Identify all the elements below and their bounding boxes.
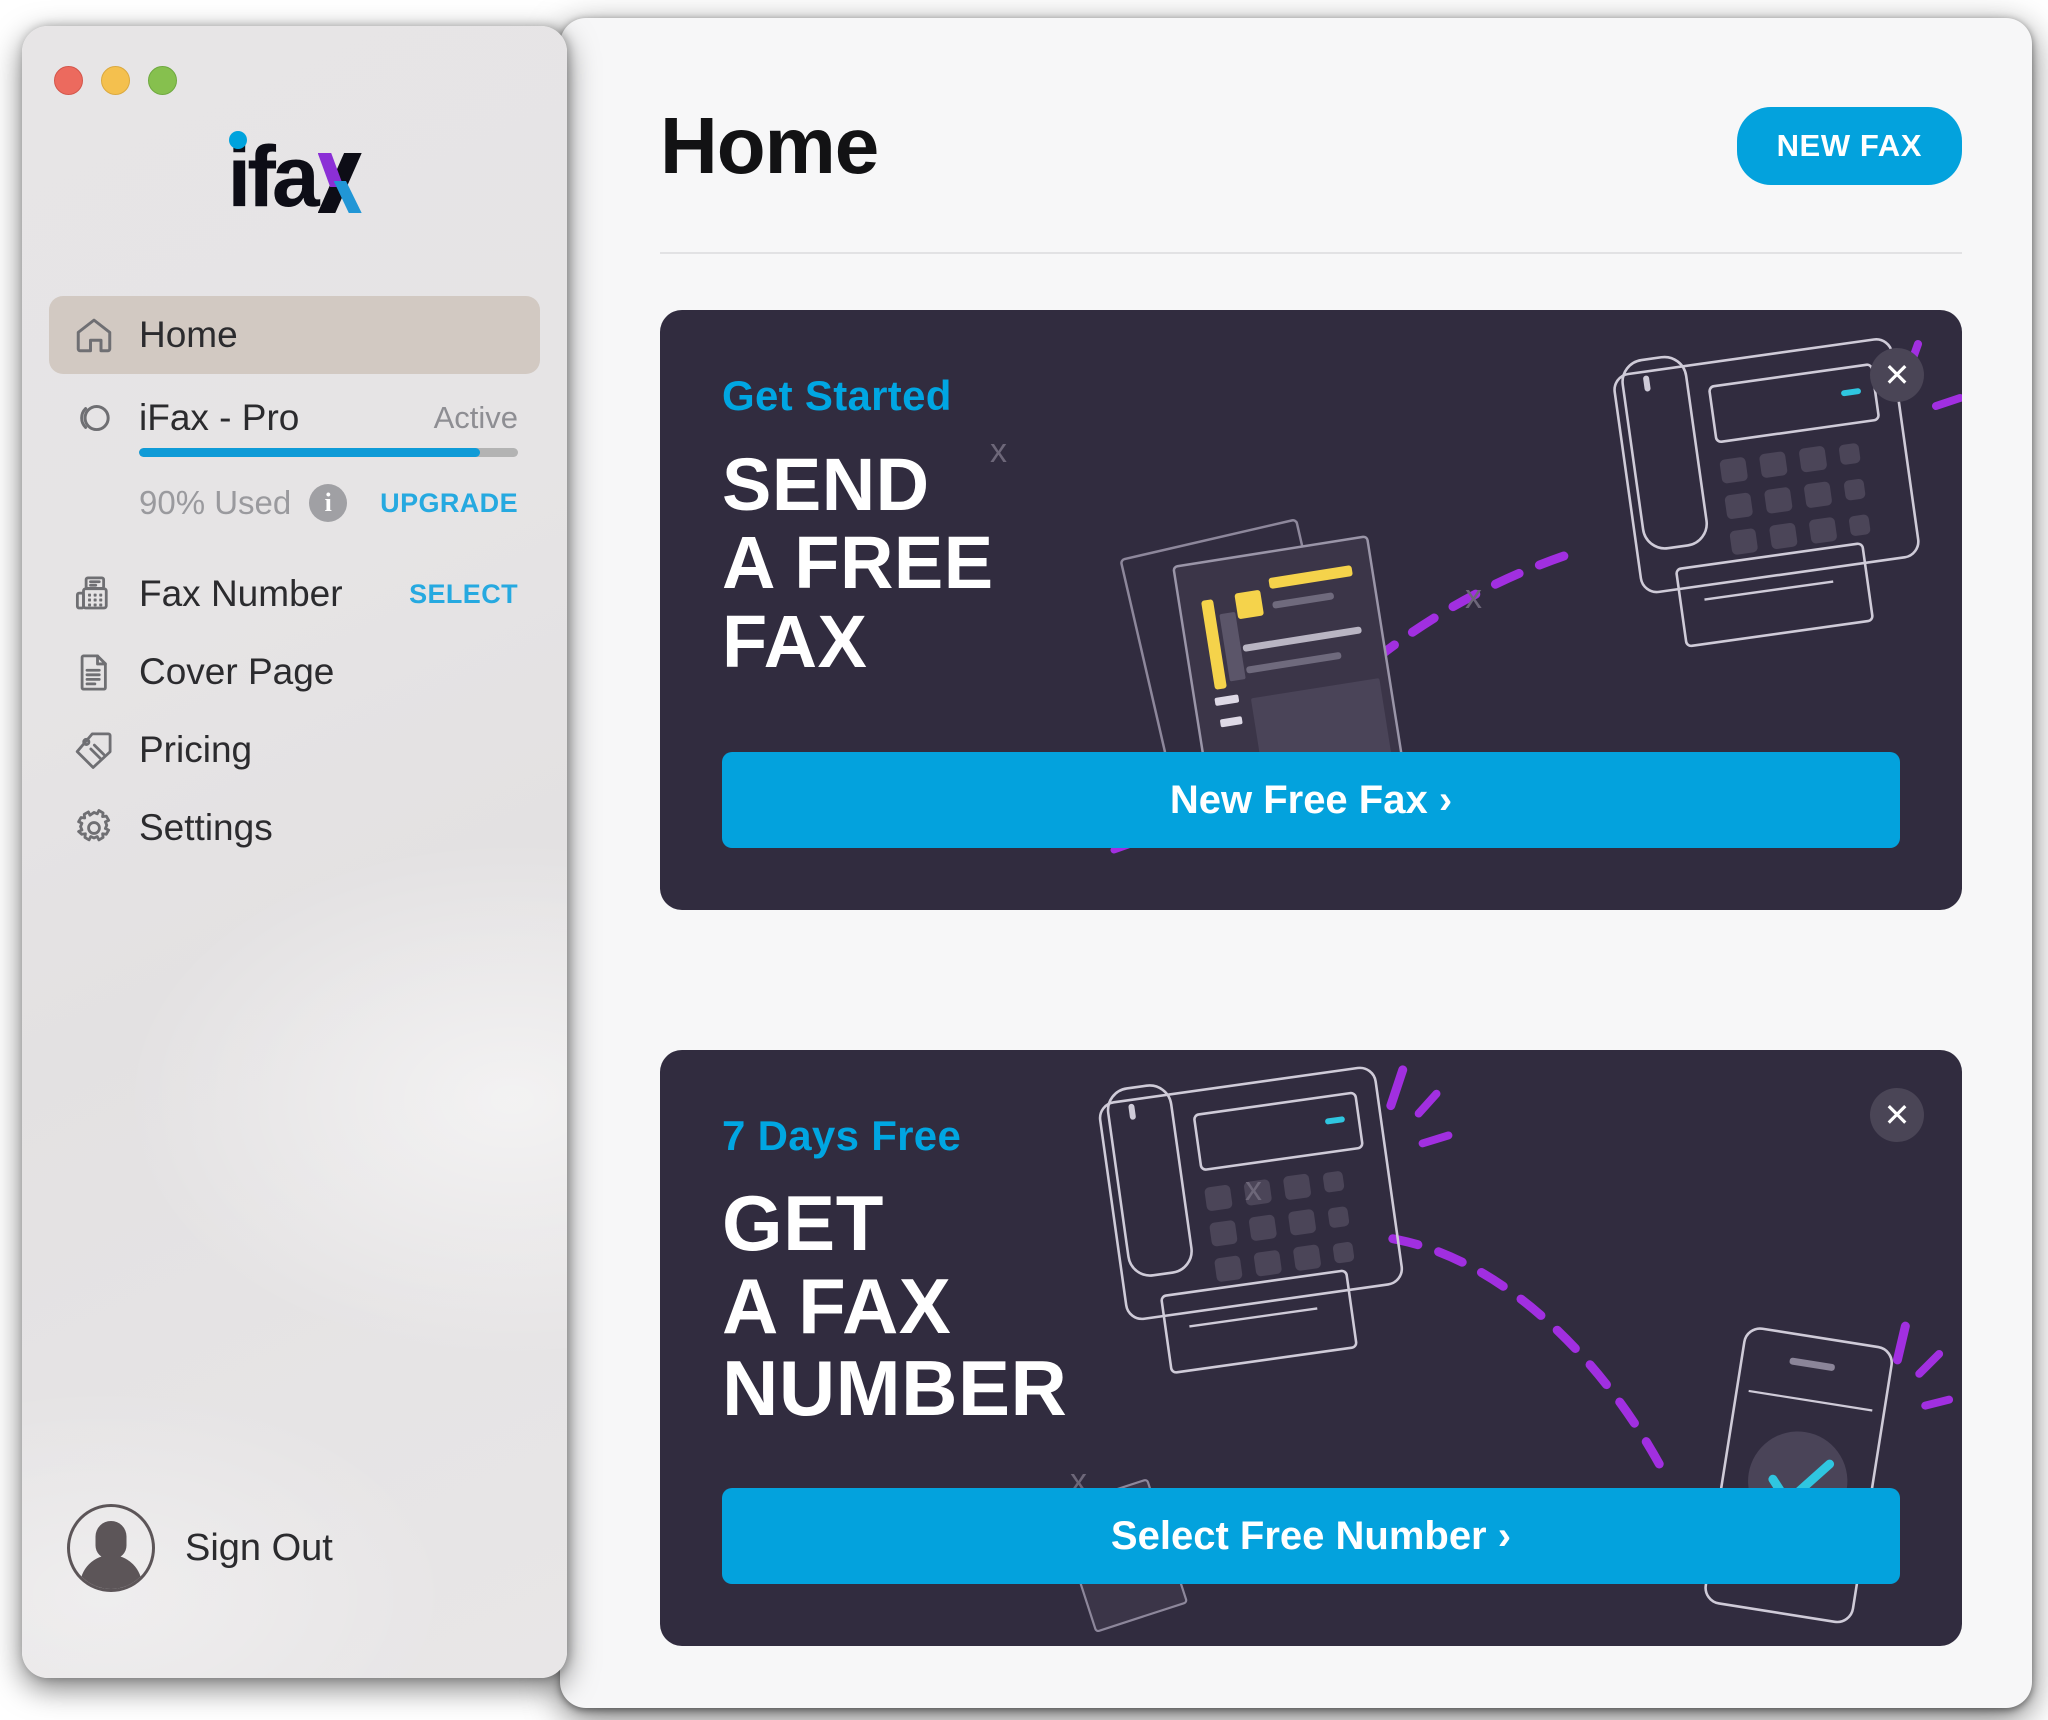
- avatar: [67, 1504, 155, 1592]
- plan-status: Active: [433, 400, 518, 435]
- info-icon[interactable]: i: [309, 484, 348, 522]
- close-icon[interactable]: ✕: [1870, 1088, 1924, 1142]
- sign-out-button[interactable]: Sign Out: [67, 1504, 333, 1592]
- home-icon: [71, 312, 117, 358]
- sidebar-nav: Home iFax - Pro Active 90% Used i UPGRAD…: [22, 296, 567, 867]
- fax-icon: [71, 571, 117, 617]
- sign-out-label: Sign Out: [185, 1526, 333, 1569]
- card-title-line: FAX: [722, 599, 868, 683]
- sidebar-item-fax-number[interactable]: Fax Number SELECT: [49, 555, 540, 633]
- sidebar-item-home[interactable]: Home: [49, 296, 540, 374]
- plan-icon: [71, 395, 117, 441]
- card-title-line: GET: [722, 1179, 884, 1267]
- new-fax-button[interactable]: NEW FAX: [1736, 107, 1962, 185]
- sidebar-item-settings[interactable]: Settings: [49, 789, 540, 867]
- price-tag-icon: [71, 727, 117, 773]
- card-title-line: A FAX: [722, 1261, 952, 1350]
- sidebar-item-pricing[interactable]: Pricing: [49, 711, 540, 789]
- sidebar-item-cover-page[interactable]: Cover Page: [49, 633, 540, 711]
- document-icon: [71, 649, 117, 695]
- maximize-window-button[interactable]: [148, 66, 177, 95]
- sidebar: ifa Home iFax - Pro Active 90% Used i UP…: [22, 26, 567, 1678]
- sidebar-item-label: Fax Number: [139, 573, 343, 614]
- card-title-line: SEND: [722, 443, 930, 526]
- card-title-line: NUMBER: [722, 1344, 1068, 1433]
- usage-percent-label: 90% Used: [139, 484, 292, 521]
- close-icon[interactable]: ✕: [1870, 348, 1924, 402]
- upgrade-link[interactable]: UPGRADE: [380, 488, 518, 519]
- header-divider: [660, 252, 1962, 254]
- page-title: Home: [660, 101, 879, 190]
- new-free-fax-button[interactable]: New Free Fax ›: [722, 752, 1900, 848]
- card-title: SEND A FREE FAX: [722, 443, 1900, 683]
- card-title-line: A FREE: [722, 521, 994, 605]
- window-traffic-lights: [54, 66, 177, 95]
- sidebar-item-label: iFax - Pro: [139, 397, 300, 438]
- promo-card-get-fax-number[interactable]: x x 7 Days Free GET A FAX NUMBER Select …: [660, 1050, 1962, 1646]
- select-fax-number-link[interactable]: SELECT: [409, 579, 518, 610]
- sidebar-item-label: Pricing: [139, 729, 253, 770]
- usage-progress-bar: [139, 448, 518, 457]
- sidebar-item-label: Home: [139, 314, 238, 355]
- minimize-window-button[interactable]: [101, 66, 130, 95]
- sidebar-item-label: Cover Page: [139, 651, 335, 692]
- app-window: Home NEW FAX x x Get Started SEND A FREE…: [0, 0, 2048, 1720]
- app-logo: ifa: [22, 131, 567, 220]
- select-free-number-button[interactable]: Select Free Number ›: [722, 1488, 1900, 1584]
- card-eyebrow: Get Started: [722, 372, 952, 419]
- logo-dot: [229, 131, 248, 149]
- main-content-panel: Home NEW FAX x x Get Started SEND A FREE…: [560, 18, 2032, 1708]
- close-window-button[interactable]: [54, 66, 83, 95]
- usage-progress-fill: [139, 448, 481, 457]
- card-eyebrow: 7 Days Free: [722, 1112, 962, 1159]
- promo-card-send-free-fax[interactable]: x x Get Started SEND A FREE FAX New Free…: [660, 310, 1962, 910]
- gear-icon: [71, 805, 117, 851]
- card-title: GET A FAX NUMBER: [722, 1182, 1900, 1430]
- usage-block: 90% Used i UPGRADE: [49, 448, 540, 529]
- logo-x-mark: [316, 151, 362, 213]
- page-header: Home NEW FAX: [660, 18, 1962, 246]
- plan-section: iFax - Pro Active 90% Used i UPGRADE: [22, 388, 567, 529]
- sidebar-item-label: Settings: [139, 807, 273, 848]
- sidebar-item-ifax-pro[interactable]: iFax - Pro Active: [49, 388, 540, 448]
